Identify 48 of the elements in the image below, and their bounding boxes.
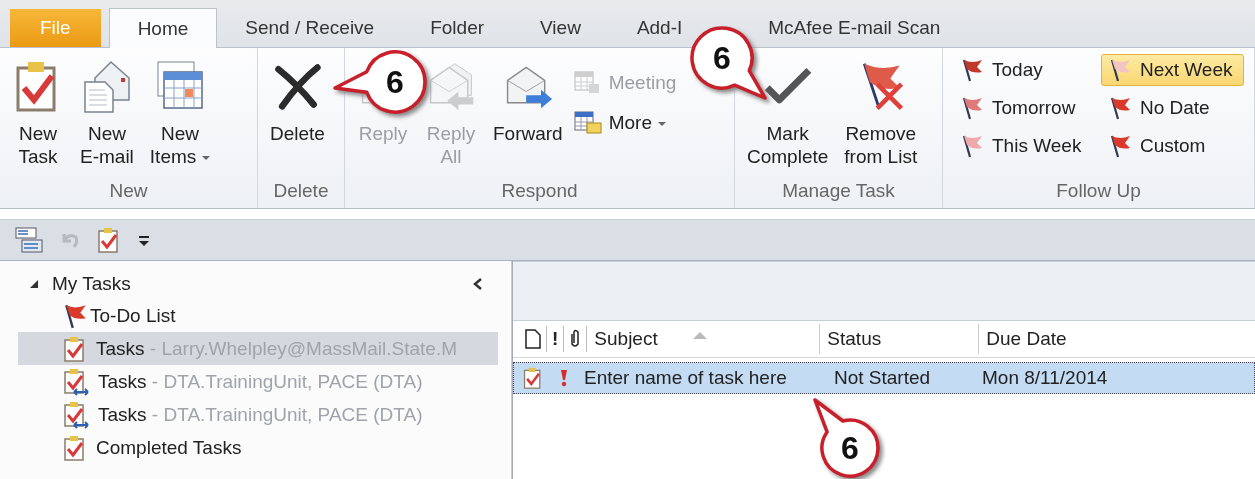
ribbon-button[interactable]: Forward bbox=[487, 54, 569, 180]
callout-label: 6 bbox=[712, 39, 732, 78]
column-header[interactable]: Status bbox=[823, 324, 980, 354]
ribbon-button[interactable]: Delete bbox=[264, 54, 331, 180]
ribbon-button[interactable]: New E-mail bbox=[74, 54, 140, 180]
folder-item[interactable]: Completed Tasks bbox=[18, 431, 498, 464]
group-label: Delete bbox=[272, 180, 330, 203]
shared-task-icon bbox=[62, 366, 90, 397]
ribbon-tab[interactable]: Add-I bbox=[608, 9, 711, 47]
shared-task-icon bbox=[62, 399, 90, 430]
ribbon-tab[interactable]: Home bbox=[108, 8, 218, 48]
ribbon-button[interactable]: More bbox=[572, 110, 677, 136]
follow-up-button[interactable]: No Date bbox=[1100, 92, 1244, 124]
folder-item[interactable]: To-Do List bbox=[18, 299, 498, 332]
callout-label: 6 bbox=[840, 429, 860, 468]
ribbon-tab[interactable]: McAfee E-mail Scan bbox=[740, 9, 969, 47]
ribbon-button[interactable]: New Task bbox=[6, 54, 70, 180]
ribbon-button[interactable]: New Items bbox=[143, 54, 217, 180]
list-icon[interactable] bbox=[14, 226, 44, 254]
callout-label: 6 bbox=[385, 63, 405, 102]
table-cell-text: Enter name of task here bbox=[584, 367, 788, 389]
ribbon-tab[interactable]: View bbox=[512, 9, 609, 47]
sort-icon bbox=[692, 330, 709, 340]
follow-up-button[interactable]: Tomorrow bbox=[953, 92, 1093, 124]
document-icon bbox=[523, 328, 543, 350]
ribbon-button[interactable]: Mark Complete bbox=[741, 54, 835, 180]
follow-up-button[interactable]: Custom bbox=[1100, 130, 1244, 162]
group-label: Follow Up bbox=[1055, 180, 1142, 203]
tree-group[interactable]: My Tasks bbox=[18, 273, 131, 295]
folder-item[interactable]: Tasks - DTA.TrainingUnit, PACE (DTA) bbox=[18, 398, 498, 431]
task-row[interactable]: Enter name of task here Not Started Mon 8/11/2014 bbox=[513, 362, 1255, 394]
group-label: Manage Task bbox=[781, 180, 896, 203]
follow-up-button[interactable]: Next Week bbox=[1100, 54, 1244, 86]
table-cell: Mon 8/11/2014 bbox=[982, 367, 1108, 389]
ribbon-tab[interactable]: Folder bbox=[402, 9, 513, 47]
folder-item[interactable]: Tasks - DTA.TrainingUnit, PACE (DTA) bbox=[18, 365, 498, 398]
table-cell-text: Not Started bbox=[834, 367, 932, 389]
group-label: New bbox=[108, 180, 149, 203]
column-header[interactable]: Due Date bbox=[982, 324, 1255, 354]
ribbon-button[interactable]: Remove from List bbox=[838, 54, 924, 180]
importance-header[interactable]: ! bbox=[550, 328, 561, 350]
calendar-envelope-icon bbox=[572, 110, 603, 136]
follow-up-button[interactable]: Today bbox=[953, 54, 1093, 86]
group-label: Respond bbox=[500, 180, 579, 203]
expand-icon bbox=[28, 278, 40, 290]
ribbon-tab[interactable]: Send / Receive bbox=[217, 9, 403, 47]
follow-up-button[interactable]: This Week bbox=[953, 130, 1093, 162]
column-header[interactable]: Subject bbox=[590, 324, 821, 354]
